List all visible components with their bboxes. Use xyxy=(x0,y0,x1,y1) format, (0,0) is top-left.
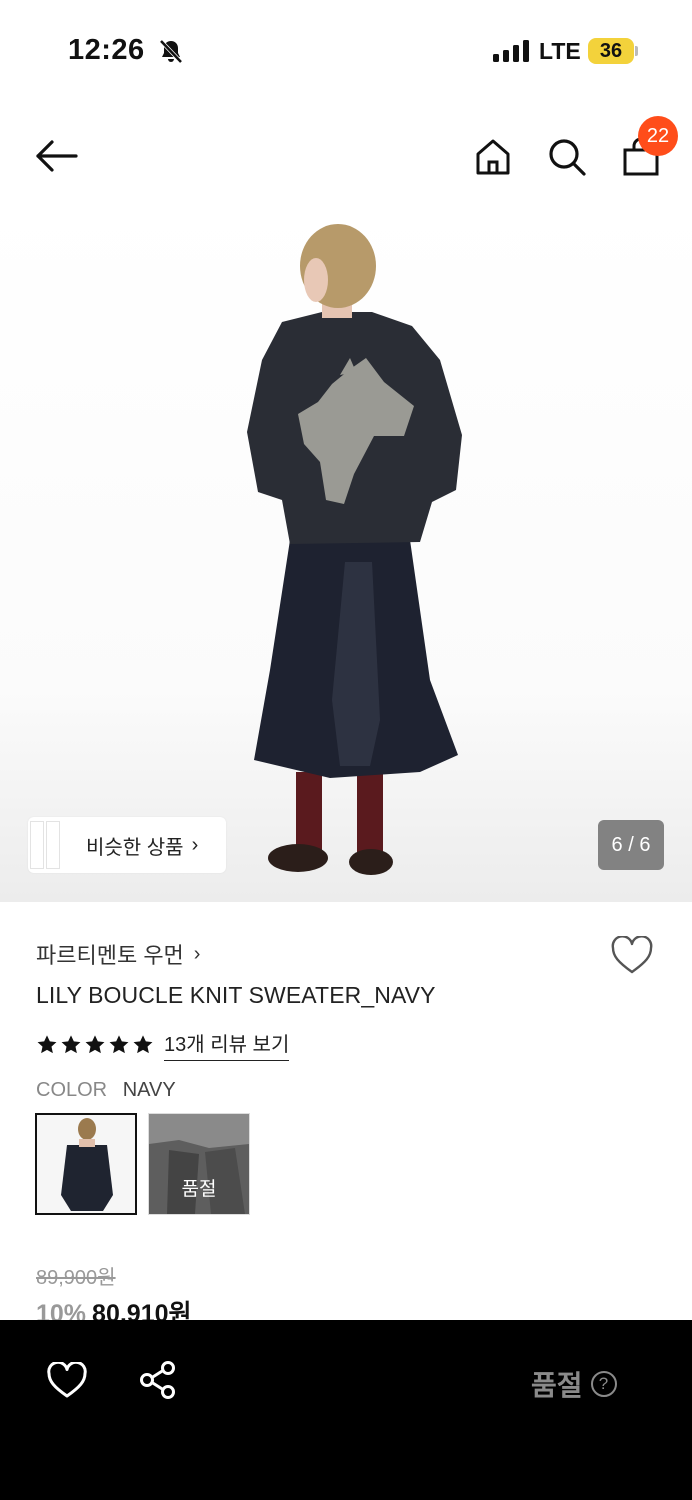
signal-icon xyxy=(493,40,529,62)
product-title: LILY BOUCLE KNIT SWEATER_NAVY xyxy=(36,982,436,1008)
help-icon[interactable]: ? xyxy=(590,1371,617,1397)
color-swatch-soldout[interactable]: 품절 xyxy=(148,1113,250,1215)
swatch-image xyxy=(61,1118,113,1211)
search-icon[interactable] xyxy=(546,136,588,178)
color-value: NAVY xyxy=(122,1079,176,1101)
chevron-right-icon: › xyxy=(193,942,201,965)
model-photo xyxy=(247,224,462,875)
price-row: 10% 80,910원 xyxy=(36,1294,192,1320)
network-type: LTE xyxy=(539,38,581,64)
share-icon[interactable] xyxy=(138,1360,178,1400)
review-link[interactable]: 13개 리뷰 보기 xyxy=(164,1028,290,1061)
color-label: COLOR xyxy=(36,1079,108,1101)
soldout-status: 품절 ? xyxy=(531,1364,617,1404)
brand-link[interactable]: 파르티멘토 우먼 › xyxy=(36,938,200,970)
home-icon[interactable] xyxy=(472,136,514,178)
top-nav xyxy=(0,110,692,200)
sale-price: 80,910원 xyxy=(92,1300,192,1320)
discount-rate: 10% xyxy=(36,1300,87,1320)
bell-muted-icon xyxy=(159,39,183,64)
star-rating xyxy=(36,1034,156,1056)
heart-icon[interactable] xyxy=(46,1362,88,1400)
back-arrow-icon[interactable] xyxy=(32,136,80,176)
product-image[interactable]: 비슷한 상품 › 6 / 6 xyxy=(0,200,692,902)
heart-icon[interactable] xyxy=(610,936,654,976)
star-icon xyxy=(133,1034,153,1053)
star-icon xyxy=(37,1034,57,1053)
status-time: 12:26 xyxy=(68,34,145,66)
original-price: 89,900원 xyxy=(36,1267,116,1289)
color-swatch-navy[interactable] xyxy=(35,1113,137,1215)
similar-products-button[interactable]: 비슷한 상품 › xyxy=(28,817,226,873)
bottom-action-bar: 품절 ? xyxy=(0,1320,692,1500)
battery-icon: 36 xyxy=(588,38,638,64)
similar-products-label: 비슷한 상품 xyxy=(86,836,184,859)
star-icon xyxy=(85,1034,105,1053)
battery-level: 36 xyxy=(588,38,634,64)
color-row: COLOR NAVY xyxy=(36,1079,176,1102)
similar-product-thumbnail xyxy=(28,817,66,873)
status-bar: 12:26 LTE 36 xyxy=(0,0,692,104)
image-counter: 6 / 6 xyxy=(598,820,664,870)
brand-name: 파르티멘토 우먼 xyxy=(36,943,184,968)
rating-row: 13개 리뷰 보기 xyxy=(36,1028,290,1061)
star-icon xyxy=(109,1034,129,1053)
cart-count-badge: 22 xyxy=(638,116,678,156)
soldout-text: 품절 xyxy=(531,1370,583,1401)
chevron-right-icon: › xyxy=(191,833,199,856)
soldout-label: 품절 xyxy=(181,1178,217,1200)
star-icon xyxy=(61,1034,81,1053)
